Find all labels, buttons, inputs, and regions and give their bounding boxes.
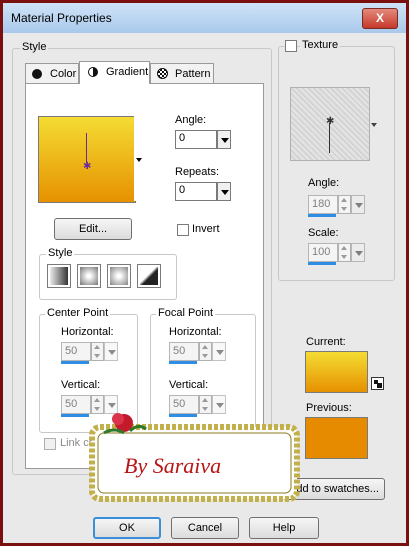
focal-horizontal-input[interactable]: 50 <box>169 342 199 361</box>
center-horizontal-dropdown[interactable] <box>104 342 118 361</box>
angle-input[interactable]: 0 <box>175 130 217 149</box>
repeats-dropdown[interactable] <box>217 182 231 201</box>
texture-angle-input[interactable]: 180 <box>308 195 338 214</box>
swap-colors-icon[interactable] <box>371 377 384 390</box>
texture-scale-spinner[interactable] <box>338 243 351 262</box>
gradient-preview[interactable]: ✱ <box>38 116 136 203</box>
previous-swatch[interactable] <box>305 417 368 459</box>
signature-text: By Saraiva <box>124 453 222 478</box>
sunburst-style-button[interactable] <box>107 264 131 288</box>
angle-label: Angle: <box>175 114 207 126</box>
center-horizontal-label: Horizontal: <box>61 326 114 338</box>
pattern-grid-icon <box>157 68 168 79</box>
tab-gradient[interactable]: Gradient <box>79 61 150 84</box>
texture-angle-spinner[interactable] <box>338 195 351 214</box>
link-points-checkbox[interactable] <box>44 438 56 450</box>
texture-scale-label: Scale: <box>308 227 339 239</box>
angle-dropdown[interactable] <box>217 130 231 149</box>
tab-pattern-label: Pattern <box>175 68 211 80</box>
close-button[interactable]: X <box>362 8 398 29</box>
texture-checkbox[interactable] <box>285 40 297 52</box>
texture-angle-bar <box>308 214 336 217</box>
center-horizontal-bar <box>61 361 89 364</box>
texture-center-icon: ✱ <box>326 116 335 127</box>
texture-preview[interactable]: ✱ <box>290 87 370 161</box>
edit-button[interactable]: Edit... <box>54 218 132 240</box>
title-bar[interactable]: Material Properties X <box>3 3 406 33</box>
texture-scale-dropdown[interactable] <box>351 243 365 262</box>
gradient-swatch <box>39 117 135 202</box>
focal-horizontal-label: Horizontal: <box>169 326 222 338</box>
tab-color-label: Color <box>50 68 77 80</box>
texture-scale-input[interactable]: 100 <box>308 243 338 262</box>
focal-point-label: Focal Point <box>156 307 216 319</box>
repeats-label: Repeats: <box>175 166 220 178</box>
style-group-label: Style <box>20 41 49 53</box>
invert-checkbox[interactable] <box>177 224 189 236</box>
center-horizontal-input[interactable]: 50 <box>61 342 91 361</box>
texture-angle-dropdown[interactable] <box>351 195 365 214</box>
gradient-preview-dropdown[interactable] <box>134 116 145 201</box>
gradient-center-icon: ✱ <box>83 161 92 172</box>
tab-gradient-label: Gradient <box>106 66 149 78</box>
half-circle-icon <box>88 67 98 77</box>
signature-logo: By Saraiva <box>84 411 305 511</box>
focal-horizontal-spinner[interactable] <box>199 342 212 361</box>
invert-label: Invert <box>192 223 220 235</box>
gradient-angle-line <box>86 133 87 163</box>
texture-angle-label: Angle: <box>308 177 340 189</box>
ok-button[interactable]: OK <box>93 517 161 539</box>
tab-color[interactable]: Color <box>25 63 79 83</box>
radial-style-button[interactable] <box>137 264 161 288</box>
chevron-down-icon <box>136 158 142 162</box>
cancel-button[interactable]: Cancel <box>171 517 239 539</box>
material-properties-window: Material Properties X Style Color Gradie… <box>0 0 409 546</box>
window-title: Material Properties <box>11 11 112 25</box>
style-type-label: Style <box>46 247 75 259</box>
close-icon: X <box>375 11 384 25</box>
current-swatch[interactable] <box>305 351 368 393</box>
texture-dropdown-icon[interactable] <box>371 123 377 127</box>
help-button[interactable]: Help <box>249 517 319 539</box>
current-label: Current: <box>306 336 346 348</box>
texture-angle-line <box>329 123 330 153</box>
repeats-input[interactable]: 0 <box>175 182 217 201</box>
center-horizontal-spinner[interactable] <box>91 342 104 361</box>
tab-pattern[interactable]: Pattern <box>150 63 214 83</box>
texture-label: Texture <box>300 39 341 51</box>
center-vertical-label: Vertical: <box>61 379 101 391</box>
focal-horizontal-bar <box>169 361 197 364</box>
focal-vertical-label: Vertical: <box>169 379 209 391</box>
texture-scale-bar <box>308 262 336 265</box>
rectangular-style-button[interactable] <box>77 264 101 288</box>
center-point-label: Center Point <box>45 307 111 319</box>
filled-circle-icon <box>32 69 42 79</box>
focal-horizontal-dropdown[interactable] <box>212 342 226 361</box>
previous-label: Previous: <box>306 402 352 414</box>
linear-style-button[interactable] <box>47 264 71 288</box>
